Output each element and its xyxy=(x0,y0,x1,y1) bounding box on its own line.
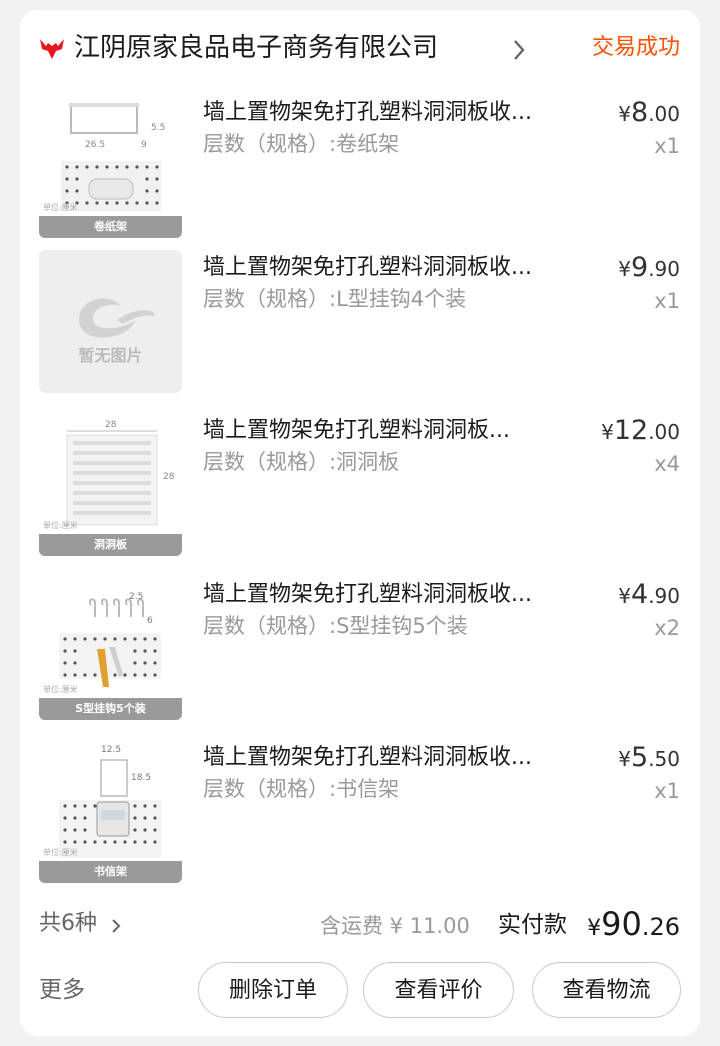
price-currency: ¥ xyxy=(601,420,614,444)
product-price: ¥5.50 xyxy=(618,742,680,777)
product-price: ¥4.90 xyxy=(618,579,680,614)
dim-width: 2.5 xyxy=(129,592,143,602)
product-spec: 层数（规格）:洞洞板 xyxy=(203,450,400,474)
paid-decimal: .26 xyxy=(641,913,680,941)
order-item[interactable]: 暂无图片 墙上置物架免打孔塑料洞洞板收... 层数（规格）:L型挂钩4个装 ¥9… xyxy=(20,250,700,395)
order-actions: 更多 删除订单 查看评价 查看物流 xyxy=(20,962,700,1020)
order-item[interactable]: 2.5 6 单位:厘米 S型挂钩5个装 墙上置物架免打孔塑料洞洞板收... 层数… xyxy=(20,577,700,722)
more-button[interactable]: 更多 xyxy=(39,974,85,1006)
product-spec: 层数（规格）:L型挂钩4个装 xyxy=(203,287,467,311)
thumb-unit: 单位:厘米 xyxy=(43,848,78,857)
product-title[interactable]: 墙上置物架免打孔塑料洞洞板收... xyxy=(203,252,593,284)
price-integer: 5 xyxy=(631,742,649,773)
order-item[interactable]: 28 28 单位:厘米 洞洞板 墙上置物架免打孔塑料洞洞板... 层数（规格）:… xyxy=(20,413,700,558)
dim-width: 26.5 xyxy=(85,140,105,150)
product-thumbnail[interactable]: 28 28 单位:厘米 洞洞板 xyxy=(39,413,182,556)
shop-bull-icon xyxy=(40,39,64,59)
dim-depth: 5.5 xyxy=(151,123,165,133)
paid-currency: ¥ xyxy=(587,916,602,941)
price-decimal: .00 xyxy=(648,102,680,126)
order-item[interactable]: 26.5 5.5 9 单位:厘米 卷纸架 墙上置物架免打孔塑料洞洞板收... 层… xyxy=(20,95,700,240)
price-integer: 8 xyxy=(631,97,649,128)
thumb-unit: 单位:厘米 xyxy=(43,685,78,694)
chevron-right-icon[interactable] xyxy=(512,39,526,61)
product-thumbnail[interactable]: 26.5 5.5 9 单位:厘米 卷纸架 xyxy=(39,95,182,238)
order-header: 江阴原家良品电子商务有限公司 交易成功 xyxy=(20,10,700,88)
price-decimal: .90 xyxy=(648,257,680,281)
product-title[interactable]: 墙上置物架免打孔塑料洞洞板... xyxy=(203,415,593,447)
product-title[interactable]: 墙上置物架免打孔塑料洞洞板收... xyxy=(203,579,593,611)
thumb-unit: 单位:厘米 xyxy=(43,203,78,212)
product-price: ¥8.00 xyxy=(618,97,680,132)
paid-integer: 90 xyxy=(601,905,642,943)
thumb-label: 卷纸架 xyxy=(39,216,182,238)
paid-label: 实付款 xyxy=(498,912,567,938)
dim-width: 12.5 xyxy=(101,745,121,755)
thumb-label: 洞洞板 xyxy=(39,534,182,556)
product-quantity: x1 xyxy=(654,134,680,158)
price-decimal: .90 xyxy=(648,584,680,608)
view-logistics-button[interactable]: 查看物流 xyxy=(532,962,681,1018)
dim-height: 28 xyxy=(163,472,175,482)
order-card: 江阴原家良品电子商务有限公司 交易成功 26.5 5.5 9 单位:厘米 卷纸架… xyxy=(20,10,700,1036)
price-integer: 12 xyxy=(613,415,649,446)
product-spec: 层数（规格）:S型挂钩5个装 xyxy=(203,614,468,638)
product-thumbnail[interactable]: 暂无图片 xyxy=(39,250,182,393)
dim-height: 9 xyxy=(141,140,147,150)
no-image-text: 暂无图片 xyxy=(78,346,143,365)
order-status: 交易成功 xyxy=(591,35,680,60)
price-currency: ¥ xyxy=(618,257,631,281)
product-quantity: x1 xyxy=(654,779,680,803)
placeholder-logo-icon xyxy=(79,298,155,338)
product-price: ¥9.90 xyxy=(618,252,680,287)
shop-name[interactable]: 江阴原家良品电子商务有限公司 xyxy=(74,30,438,66)
price-decimal: .00 xyxy=(648,420,680,444)
price-integer: 9 xyxy=(631,252,649,283)
order-item[interactable]: 12.5 18.5 单位:厘米 书信架 墙上置物架免打孔塑料洞洞板收... 层数… xyxy=(20,740,700,885)
paid-amount: ¥90.26 xyxy=(587,906,680,948)
item-count[interactable]: 共6种 xyxy=(39,908,97,940)
price-integer: 4 xyxy=(631,579,649,610)
product-thumbnail[interactable]: 12.5 18.5 单位:厘米 书信架 xyxy=(39,740,182,883)
product-price: ¥12.00 xyxy=(601,415,680,450)
thumb-label: S型挂钩5个装 xyxy=(39,698,182,720)
price-decimal: .50 xyxy=(648,747,680,771)
product-title[interactable]: 墙上置物架免打孔塑料洞洞板收... xyxy=(203,97,593,129)
price-currency: ¥ xyxy=(618,102,631,126)
price-currency: ¥ xyxy=(618,584,631,608)
product-quantity: x2 xyxy=(654,616,680,640)
product-title[interactable]: 墙上置物架免打孔塑料洞洞板收... xyxy=(203,742,593,774)
freight-text: 含运费 ¥ 11.00 xyxy=(320,914,470,938)
product-thumbnail[interactable]: 2.5 6 单位:厘米 S型挂钩5个装 xyxy=(39,577,182,720)
dim-width: 28 xyxy=(105,420,117,430)
chevron-right-icon[interactable] xyxy=(111,918,121,934)
price-currency: ¥ xyxy=(618,747,631,771)
order-summary: 共6种 含运费 ¥ 11.00 实付款 ¥90.26 xyxy=(20,906,700,950)
product-spec: 层数（规格）:书信架 xyxy=(203,777,400,801)
product-quantity: x1 xyxy=(654,289,680,313)
product-spec: 层数（规格）:卷纸架 xyxy=(203,132,400,156)
dim-height: 6 xyxy=(147,616,153,626)
thumb-label: 书信架 xyxy=(39,861,182,883)
product-quantity: x4 xyxy=(654,452,680,476)
thumb-unit: 单位:厘米 xyxy=(43,521,78,530)
delete-order-button[interactable]: 删除订单 xyxy=(198,962,348,1018)
dim-height: 18.5 xyxy=(131,773,151,783)
view-review-button[interactable]: 查看评价 xyxy=(363,962,514,1018)
